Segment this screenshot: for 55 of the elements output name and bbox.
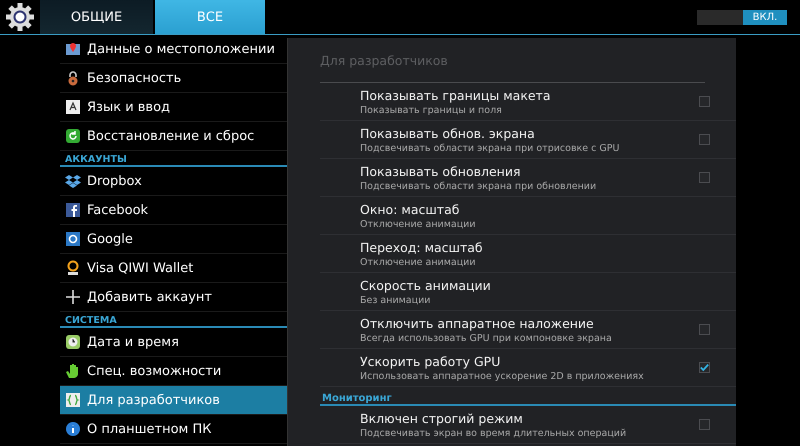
setting-subtitle: Показывать границы и поля xyxy=(360,104,503,116)
setting-subtitle: Подсвечивать области экрана при отрисовке с GPU xyxy=(360,142,620,154)
checkbox[interactable] xyxy=(699,324,710,335)
checkbox[interactable] xyxy=(699,419,710,430)
square-logo-icon xyxy=(65,231,81,247)
checkbox[interactable] xyxy=(699,172,710,183)
setting-row[interactable]: Показывать границы макета Показывать границы и поля xyxy=(320,83,736,121)
setting-title: Скорость анимации xyxy=(360,278,492,292)
setting-title: Показывать обновления xyxy=(360,164,522,178)
setting-row[interactable]: Переход: масштаб Отключение анимации xyxy=(320,235,736,273)
toggle-switch[interactable]: ВКЛ. xyxy=(697,10,787,24)
toggle-thumb[interactable]: ВКЛ. xyxy=(743,10,787,24)
setting-subtitle: Всегда использовать GPU при компоновке экрана xyxy=(360,332,613,344)
setting-title: Переход: масштаб xyxy=(360,240,484,254)
setting-subtitle: Подсвечивать экран во время длительных операций xyxy=(360,428,628,438)
setting-title: Показывать обнов. экрана xyxy=(360,126,536,140)
hand-icon xyxy=(65,363,81,379)
social-logo-icon xyxy=(65,202,81,218)
setting-row[interactable]: Скорость анимации Без анимации xyxy=(320,273,736,311)
info-icon xyxy=(65,421,81,437)
setting-row[interactable]: Показывать обнов. экрана Подсвечивать области экрана при отрисовке с GPU xyxy=(320,121,736,159)
setting-row[interactable]: Включен строгий режим Подсвечивать экран во время длительных операций xyxy=(320,406,736,444)
reset-icon xyxy=(65,128,81,144)
sidebar-item[interactable]: Для разработчиков xyxy=(60,386,287,415)
ring-logo-icon xyxy=(65,260,81,276)
setting-row[interactable]: Ускорить работу GPU Использовать аппаратное ускорение 2D в приложениях xyxy=(320,349,736,387)
checkbox[interactable] xyxy=(699,134,710,145)
setting-subtitle: Отключение анимации xyxy=(360,256,477,268)
setting-title: Отключить аппаратное наложение xyxy=(360,316,595,330)
group-title: Мониторинг xyxy=(321,393,392,404)
plus-icon xyxy=(65,289,81,305)
checkbox[interactable] xyxy=(699,96,710,107)
setting-title: Окно: масштаб xyxy=(360,202,460,216)
setting-subtitle: Подсвечивать области экрана при обновлении xyxy=(360,180,598,192)
panel-title: Для разработчиков xyxy=(320,52,448,68)
setting-subtitle: Без анимации xyxy=(360,294,432,306)
setting-row[interactable]: Показывать обновления Подсвечивать области экрана при обновлении xyxy=(320,159,736,197)
map-pin-icon xyxy=(65,41,81,57)
tab[interactable]: ОБЩИЕ xyxy=(40,0,153,34)
open-box-icon xyxy=(65,173,81,189)
section-title: АККАУНТЫ xyxy=(64,154,127,165)
settings-icon[interactable] xyxy=(5,2,35,32)
setting-title: Ускорить работу GPU xyxy=(360,354,502,368)
braces-icon xyxy=(65,392,81,408)
setting-title: Показывать границы макета xyxy=(360,88,552,102)
setting-title: Включен строгий режим xyxy=(360,410,524,426)
section-title: СИСТЕМА xyxy=(64,315,117,326)
checkmark-icon xyxy=(700,363,709,372)
setting-row[interactable]: Отключить аппаратное наложение Всегда использовать GPU при компоновке экрана xyxy=(320,311,736,349)
setting-row[interactable]: Окно: масштаб Отключение анимации xyxy=(320,197,736,235)
clock-icon xyxy=(65,334,81,350)
setting-subtitle: Отключение анимации xyxy=(360,218,477,230)
setting-subtitle: Использовать аппаратное ускорение 2D в приложениях xyxy=(360,370,645,382)
keyboard-key-icon xyxy=(65,99,81,115)
checkbox[interactable] xyxy=(699,362,710,373)
